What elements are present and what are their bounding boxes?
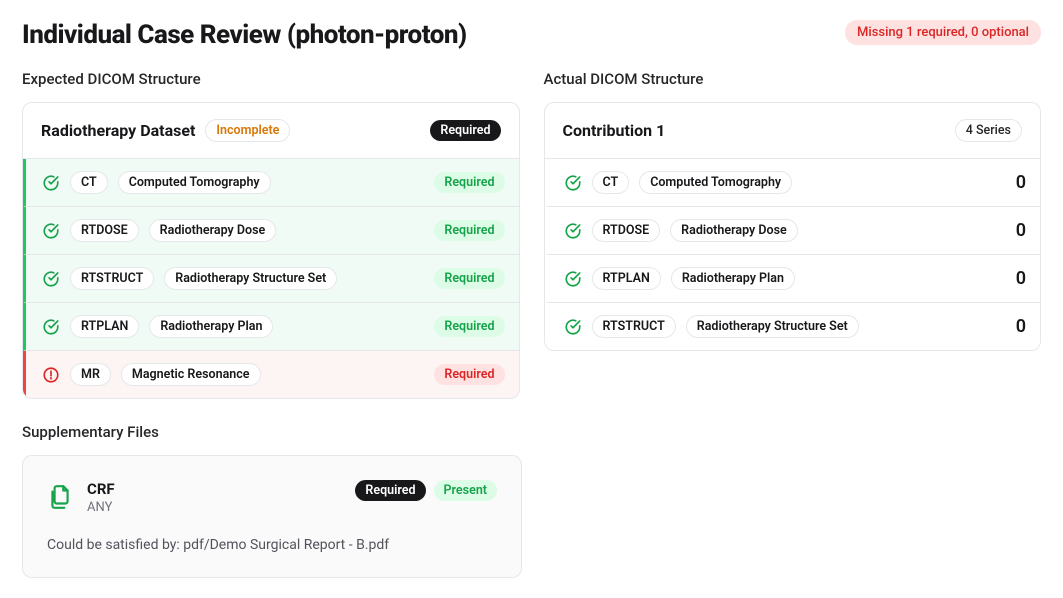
modality-code: CT <box>70 171 108 194</box>
alert-circle-icon <box>42 366 60 384</box>
modality-desc: Computed Tomography <box>639 171 792 194</box>
required-badge: Required <box>434 316 504 337</box>
modality-desc: Radiotherapy Plan <box>671 267 795 290</box>
modality-code: RTDOSE <box>70 219 139 242</box>
modality-desc: Radiotherapy Dose <box>670 219 798 242</box>
series-count-badge: 4 Series <box>955 119 1022 142</box>
supp-section-title: Supplementary Files <box>22 423 1041 441</box>
expected-row: RTSTRUCT Radiotherapy Structure Set Requir… <box>23 255 519 303</box>
modality-code: RTSTRUCT <box>592 315 676 338</box>
expected-row: RTPLAN Radiotherapy Plan Required <box>23 303 519 351</box>
modality-desc: Radiotherapy Structure Set <box>686 315 859 338</box>
actual-row: RTDOSE Radiotherapy Dose 0 <box>545 207 1041 255</box>
modality-desc: Radiotherapy Plan <box>149 315 273 338</box>
supp-required-badge: Required <box>355 480 425 501</box>
check-circle-icon <box>42 174 60 192</box>
required-badge: Required <box>434 220 504 241</box>
contribution-title: Contribution 1 <box>563 121 666 140</box>
supp-satisfied-text: Could be satisfied by: pdf/Demo Surgical… <box>47 537 497 553</box>
expected-card: Radiotherapy Dataset Incomplete Required… <box>22 102 520 399</box>
modality-code: RTDOSE <box>592 219 661 242</box>
modality-code: MR <box>70 363 111 386</box>
modality-desc: Magnetic Resonance <box>121 363 261 386</box>
required-badge-dark: Required <box>430 120 500 141</box>
expected-row: MR Magnetic Resonance Required <box>23 351 519 398</box>
actual-section-title: Actual DICOM Structure <box>544 70 1042 88</box>
modality-desc: Radiotherapy Dose <box>149 219 277 242</box>
incomplete-badge: Incomplete <box>205 119 290 142</box>
check-circle-icon <box>564 318 582 336</box>
check-circle-icon <box>564 174 582 192</box>
check-circle-icon <box>42 222 60 240</box>
actual-row: RTPLAN Radiotherapy Plan 0 <box>545 255 1041 303</box>
modality-desc: Computed Tomography <box>118 171 271 194</box>
files-icon <box>47 484 73 510</box>
actual-card-header: Contribution 1 4 Series <box>545 103 1041 159</box>
required-badge: Required <box>434 364 504 385</box>
modality-code: RTSTRUCT <box>70 267 154 290</box>
supp-present-badge: Present <box>434 480 497 501</box>
modality-code: CT <box>592 171 630 194</box>
actual-card: Contribution 1 4 Series CT Computed Tomog… <box>544 102 1042 351</box>
series-count: 0 <box>1016 316 1026 337</box>
supp-file-type: ANY <box>87 500 115 515</box>
expected-card-header: Radiotherapy Dataset Incomplete Required <box>23 103 519 159</box>
required-badge: Required <box>434 172 504 193</box>
check-circle-icon <box>564 270 582 288</box>
expected-section-title: Expected DICOM Structure <box>22 70 520 88</box>
supp-file-name: CRF <box>87 480 115 498</box>
dataset-title: Radiotherapy Dataset <box>41 121 195 140</box>
missing-badge: Missing 1 required, 0 optional <box>845 20 1041 45</box>
check-circle-icon <box>564 222 582 240</box>
modality-code: RTPLAN <box>70 315 139 338</box>
actual-row: RTSTRUCT Radiotherapy Structure Set 0 <box>545 303 1041 350</box>
check-circle-icon <box>42 318 60 336</box>
check-circle-icon <box>42 270 60 288</box>
modality-code: RTPLAN <box>592 267 661 290</box>
supp-card: CRF ANY Required Present Could be satisf… <box>22 455 522 578</box>
series-count: 0 <box>1016 268 1026 289</box>
expected-row: RTDOSE Radiotherapy Dose Required <box>23 207 519 255</box>
actual-row: CT Computed Tomography 0 <box>545 159 1041 207</box>
required-badge: Required <box>434 268 504 289</box>
series-count: 0 <box>1016 220 1026 241</box>
page-title: Individual Case Review (photon-proton) <box>22 20 467 50</box>
modality-desc: Radiotherapy Structure Set <box>164 267 337 290</box>
expected-row: CT Computed Tomography Required <box>23 159 519 207</box>
series-count: 0 <box>1016 172 1026 193</box>
